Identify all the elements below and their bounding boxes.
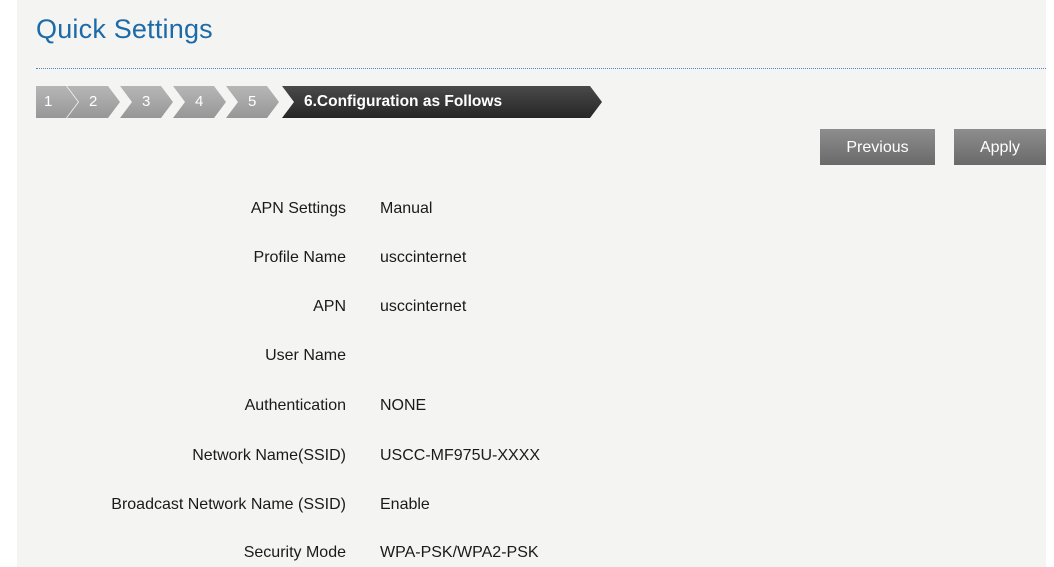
- page-title: Quick Settings: [36, 14, 213, 44]
- summary-value: usccinternet: [380, 298, 467, 315]
- summary-label: Network Name(SSID): [192, 447, 346, 464]
- wizard-step-5: 5: [226, 86, 279, 118]
- wizard-steps: 1 2 3 4 5 6.Configuration as Follows: [36, 86, 606, 118]
- wizard-step-3: 3: [120, 86, 173, 118]
- summary-row-authentication: Authentication NONE: [0, 397, 1054, 421]
- summary-row-broadcast-ssid: Broadcast Network Name (SSID) Enable: [0, 496, 1054, 520]
- wizard-step-label: 3: [142, 93, 151, 110]
- summary-row-apn: APN usccinternet: [0, 298, 1054, 322]
- quick-settings-page: Quick Settings 1 2 3 4 5 6.Configuration…: [0, 0, 1054, 567]
- summary-label: APN Settings: [250, 200, 346, 217]
- summary-label: Broadcast Network Name (SSID): [111, 496, 346, 513]
- summary-value: USCC-MF975U-XXXX: [380, 447, 541, 464]
- wizard-step-label: 4: [195, 93, 204, 110]
- right-margin: [1046, 0, 1054, 567]
- wizard-step-label: 5: [248, 93, 257, 110]
- summary-value: Enable: [380, 496, 430, 513]
- left-margin: [0, 0, 17, 567]
- summary-label: Profile Name: [253, 249, 346, 266]
- summary-label: User Name: [265, 347, 346, 364]
- previous-button[interactable]: Previous: [820, 129, 935, 165]
- wizard-step-label: 1: [44, 93, 53, 110]
- summary-value: usccinternet: [380, 249, 467, 266]
- wizard-step-label: 2: [89, 93, 98, 110]
- apply-button[interactable]: Apply: [954, 129, 1046, 165]
- summary-row-user-name: User Name: [0, 347, 1054, 371]
- summary-row-network-name: Network Name(SSID) USCC-MF975U-XXXX: [0, 447, 1054, 471]
- summary-row-profile-name: Profile Name usccinternet: [0, 249, 1054, 273]
- summary-row-apn-settings: APN Settings Manual: [0, 200, 1054, 224]
- summary-value: Manual: [380, 200, 433, 217]
- summary-row-security-mode: Security Mode WPA-PSK/WPA2-PSK: [0, 544, 1054, 567]
- summary-label: Security Mode: [243, 544, 346, 561]
- summary-label: APN: [313, 298, 346, 315]
- wizard-step-6-active: 6.Configuration as Follows: [282, 86, 602, 118]
- title-divider: [36, 68, 1046, 69]
- wizard-step-label: 6.Configuration as Follows: [304, 93, 503, 110]
- wizard-step-4: 4: [173, 86, 226, 118]
- summary-value: WPA-PSK/WPA2-PSK: [380, 544, 539, 561]
- summary-label: Authentication: [244, 397, 346, 414]
- summary-value: NONE: [380, 397, 427, 414]
